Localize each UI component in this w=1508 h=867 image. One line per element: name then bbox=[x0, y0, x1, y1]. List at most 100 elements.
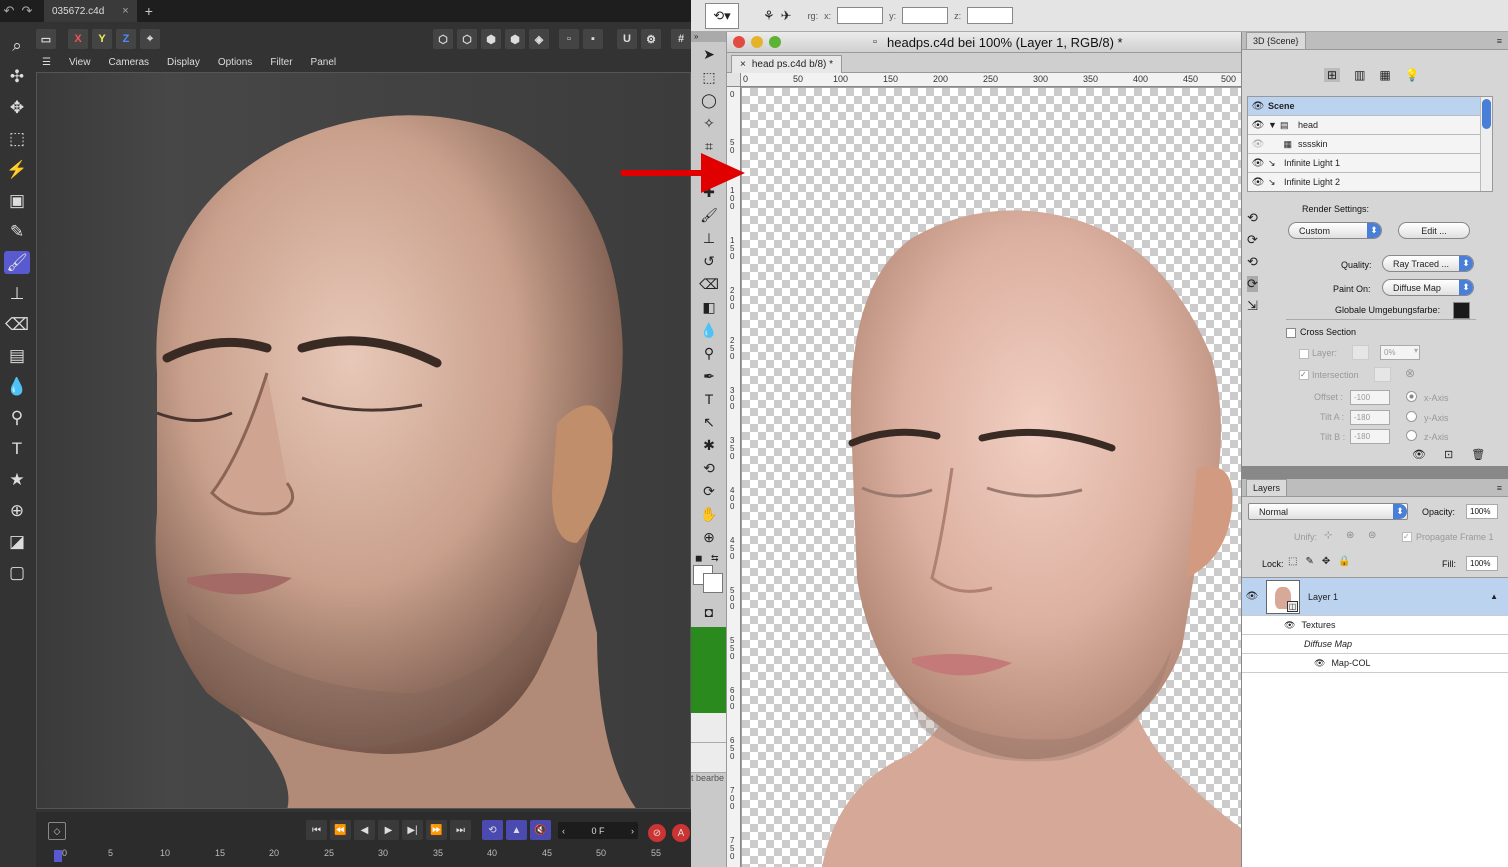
scene-row-light-1[interactable]: 👁 ↘ Infinite Light 1 bbox=[1248, 154, 1492, 173]
3d-camera-rotate-icon[interactable]: ⟳ bbox=[694, 480, 724, 502]
polygons-mode-icon[interactable]: ⬢ bbox=[481, 29, 501, 49]
undo-icon[interactable]: ↶ bbox=[0, 3, 18, 19]
scene-row-light-2[interactable]: 👁 ↘ Infinite Light 2 bbox=[1248, 173, 1492, 191]
tilt-b-field[interactable]: -180 bbox=[1350, 429, 1390, 444]
intersection-color-swatch[interactable] bbox=[1374, 367, 1391, 382]
scrollbar-thumb[interactable] bbox=[1482, 99, 1491, 129]
toggle-3d-extras-icon[interactable]: 👁 bbox=[1412, 448, 1426, 461]
unify-position-icon[interactable]: ⊹ bbox=[1324, 530, 1332, 541]
y-field[interactable] bbox=[902, 7, 949, 24]
layer-mask-icon[interactable]: ▢ bbox=[4, 561, 30, 584]
grid-icon[interactable]: # bbox=[671, 29, 691, 49]
swap-colors-icon[interactable]: ⇆ bbox=[711, 553, 719, 564]
color-swatch-icon[interactable]: ◪ bbox=[4, 530, 30, 553]
play-icon[interactable]: ▶ bbox=[378, 820, 399, 840]
ruler-origin[interactable] bbox=[727, 73, 741, 87]
3d-rotate-icon[interactable]: ⟲ bbox=[1247, 210, 1258, 226]
visibility-eye-icon[interactable]: 👁 bbox=[1242, 591, 1262, 602]
uv-mode-icon[interactable]: ◈ bbox=[529, 29, 549, 49]
collapse-layer-icon[interactable]: ▲ bbox=[1490, 592, 1498, 601]
opacity-arrow-icon[interactable]: ▾ bbox=[1414, 346, 1418, 355]
coordinate-system-icon[interactable]: ⌖ bbox=[140, 29, 160, 49]
layers-panel-tab[interactable]: Layers bbox=[1246, 479, 1288, 496]
points-mode-icon[interactable]: ⬡ bbox=[433, 29, 453, 49]
scene-panel-tab[interactable]: 3D {Scene} bbox=[1246, 32, 1306, 49]
loop-icon[interactable]: ⟲ bbox=[482, 820, 503, 840]
c4d-3d-viewport[interactable] bbox=[36, 72, 691, 809]
menu-display[interactable]: Display bbox=[167, 57, 200, 68]
textures-eye-icon[interactable]: 👁 bbox=[1284, 620, 1295, 631]
3d-object-rotate-icon[interactable]: ⟲ bbox=[694, 457, 724, 479]
next-key-icon[interactable]: ⏩ bbox=[426, 820, 447, 840]
delete-icon[interactable]: 🗑 bbox=[1471, 448, 1485, 461]
axis-z-button[interactable]: Z bbox=[116, 29, 136, 49]
3d-roll-icon[interactable]: ⟳ bbox=[1247, 232, 1258, 248]
minimize-window-icon[interactable] bbox=[751, 36, 763, 48]
next-frame-icon[interactable]: ▶| bbox=[402, 820, 423, 840]
shape-tool-icon[interactable]: ✱ bbox=[694, 434, 724, 456]
close-tab-icon[interactable]: × bbox=[122, 5, 128, 17]
move-tool-icon[interactable]: ➤ bbox=[694, 43, 724, 65]
redo-icon[interactable]: ↷ bbox=[18, 3, 36, 19]
toolbox-collapse-icon[interactable]: » bbox=[691, 32, 726, 42]
propagate-frame-checkbox[interactable]: ✓ bbox=[1402, 532, 1412, 542]
scene-row-head[interactable]: 👁 ▼ ▤ head bbox=[1248, 116, 1492, 135]
path-select-icon[interactable]: ↖ bbox=[694, 411, 724, 433]
pen-tool-icon[interactable]: ✒ bbox=[694, 365, 724, 387]
expand-triangle-icon[interactable]: ▼ bbox=[1268, 120, 1280, 130]
render-view-icon[interactable]: ▫ bbox=[559, 29, 579, 49]
quick-mask-icon[interactable]: ◘ bbox=[694, 601, 724, 623]
dodge-tool-icon[interactable]: ⚲ bbox=[694, 342, 724, 364]
lock-pixels-icon[interactable]: ✎ bbox=[1305, 556, 1313, 567]
c4d-file-tab[interactable]: 035672.c4d × bbox=[44, 0, 137, 22]
color-swatches[interactable]: ◼ ⇆ bbox=[691, 549, 726, 593]
visibility-eye-icon[interactable]: 👁 bbox=[1248, 177, 1268, 188]
magnet-icon[interactable]: U bbox=[617, 29, 637, 49]
fill-field[interactable]: 100% bbox=[1466, 556, 1498, 571]
timeline-ruler[interactable]: 0 5 10 15 20 25 30 35 40 45 50 55 bbox=[50, 848, 690, 864]
frame-right-arrow-icon[interactable]: › bbox=[631, 826, 634, 836]
z-axis-radio[interactable] bbox=[1406, 430, 1417, 441]
intersection-checkbox[interactable]: ✓ bbox=[1299, 370, 1309, 380]
visibility-eye-icon[interactable]: 👁 bbox=[1248, 158, 1268, 169]
go-to-start-icon[interactable]: ⏮ bbox=[306, 820, 327, 840]
eyedropper-icon[interactable]: ✎ bbox=[4, 220, 30, 243]
object-mode-icon[interactable]: ⬢ bbox=[505, 29, 525, 49]
z-field[interactable] bbox=[967, 7, 1014, 24]
box-selection-icon[interactable]: ⬚ bbox=[4, 127, 30, 150]
lock-position-icon[interactable]: ✥ bbox=[1322, 556, 1330, 567]
offset-field[interactable]: -100 bbox=[1350, 390, 1390, 405]
transform-icon[interactable]: ▣ bbox=[4, 189, 30, 212]
quality-dropdown[interactable]: Ray Traced ... bbox=[1382, 255, 1474, 272]
eraser-tool-icon[interactable]: ⌫ bbox=[694, 273, 724, 295]
brush-icon[interactable]: 🖌 bbox=[4, 251, 30, 274]
new-light-icon[interactable]: ⊡ bbox=[1444, 448, 1453, 461]
stamp-icon[interactable]: ⊥ bbox=[4, 282, 30, 305]
axis-x-button[interactable]: X bbox=[68, 29, 88, 49]
paint-bucket-icon[interactable]: ◧ bbox=[694, 296, 724, 318]
map-eye-icon[interactable]: 👁 bbox=[1314, 658, 1325, 669]
frame-left-arrow-icon[interactable]: ‹ bbox=[562, 826, 565, 836]
panel-menu-icon[interactable]: ≡ bbox=[1497, 483, 1502, 493]
tilt-a-field[interactable]: -180 bbox=[1350, 410, 1390, 425]
textures-row[interactable]: 👁 Textures bbox=[1242, 616, 1508, 635]
layer-checkbox[interactable] bbox=[1299, 349, 1309, 359]
unify-visibility-icon[interactable]: ⊛ bbox=[1346, 530, 1354, 541]
opacity-field[interactable]: 100% bbox=[1466, 504, 1498, 519]
unify-style-icon[interactable]: ⊜ bbox=[1368, 530, 1376, 541]
dodge-icon[interactable]: ⚲ bbox=[4, 406, 30, 429]
quick-select-icon[interactable]: ✧ bbox=[694, 112, 724, 134]
visibility-eye-icon[interactable]: 👁 bbox=[1248, 101, 1268, 112]
filter-meshes-icon[interactable]: ▥ bbox=[1354, 68, 1365, 82]
3d-slide-icon[interactable]: ⟳ bbox=[1247, 276, 1258, 292]
history-brush-icon[interactable]: ↺ bbox=[694, 250, 724, 272]
eraser-icon[interactable]: ⌫ bbox=[4, 313, 30, 336]
menu-panel[interactable]: Panel bbox=[311, 57, 337, 68]
ambient-color-swatch[interactable] bbox=[1453, 302, 1470, 319]
scene-tree-scrollbar[interactable] bbox=[1480, 97, 1492, 191]
axis-y-button[interactable]: Y bbox=[92, 29, 112, 49]
y-axis-radio[interactable] bbox=[1406, 411, 1417, 422]
marquee-tool-icon[interactable]: ⬚ bbox=[694, 66, 724, 88]
3d-pan-icon[interactable]: ✈ bbox=[781, 8, 792, 24]
x-axis-radio[interactable] bbox=[1406, 391, 1417, 402]
